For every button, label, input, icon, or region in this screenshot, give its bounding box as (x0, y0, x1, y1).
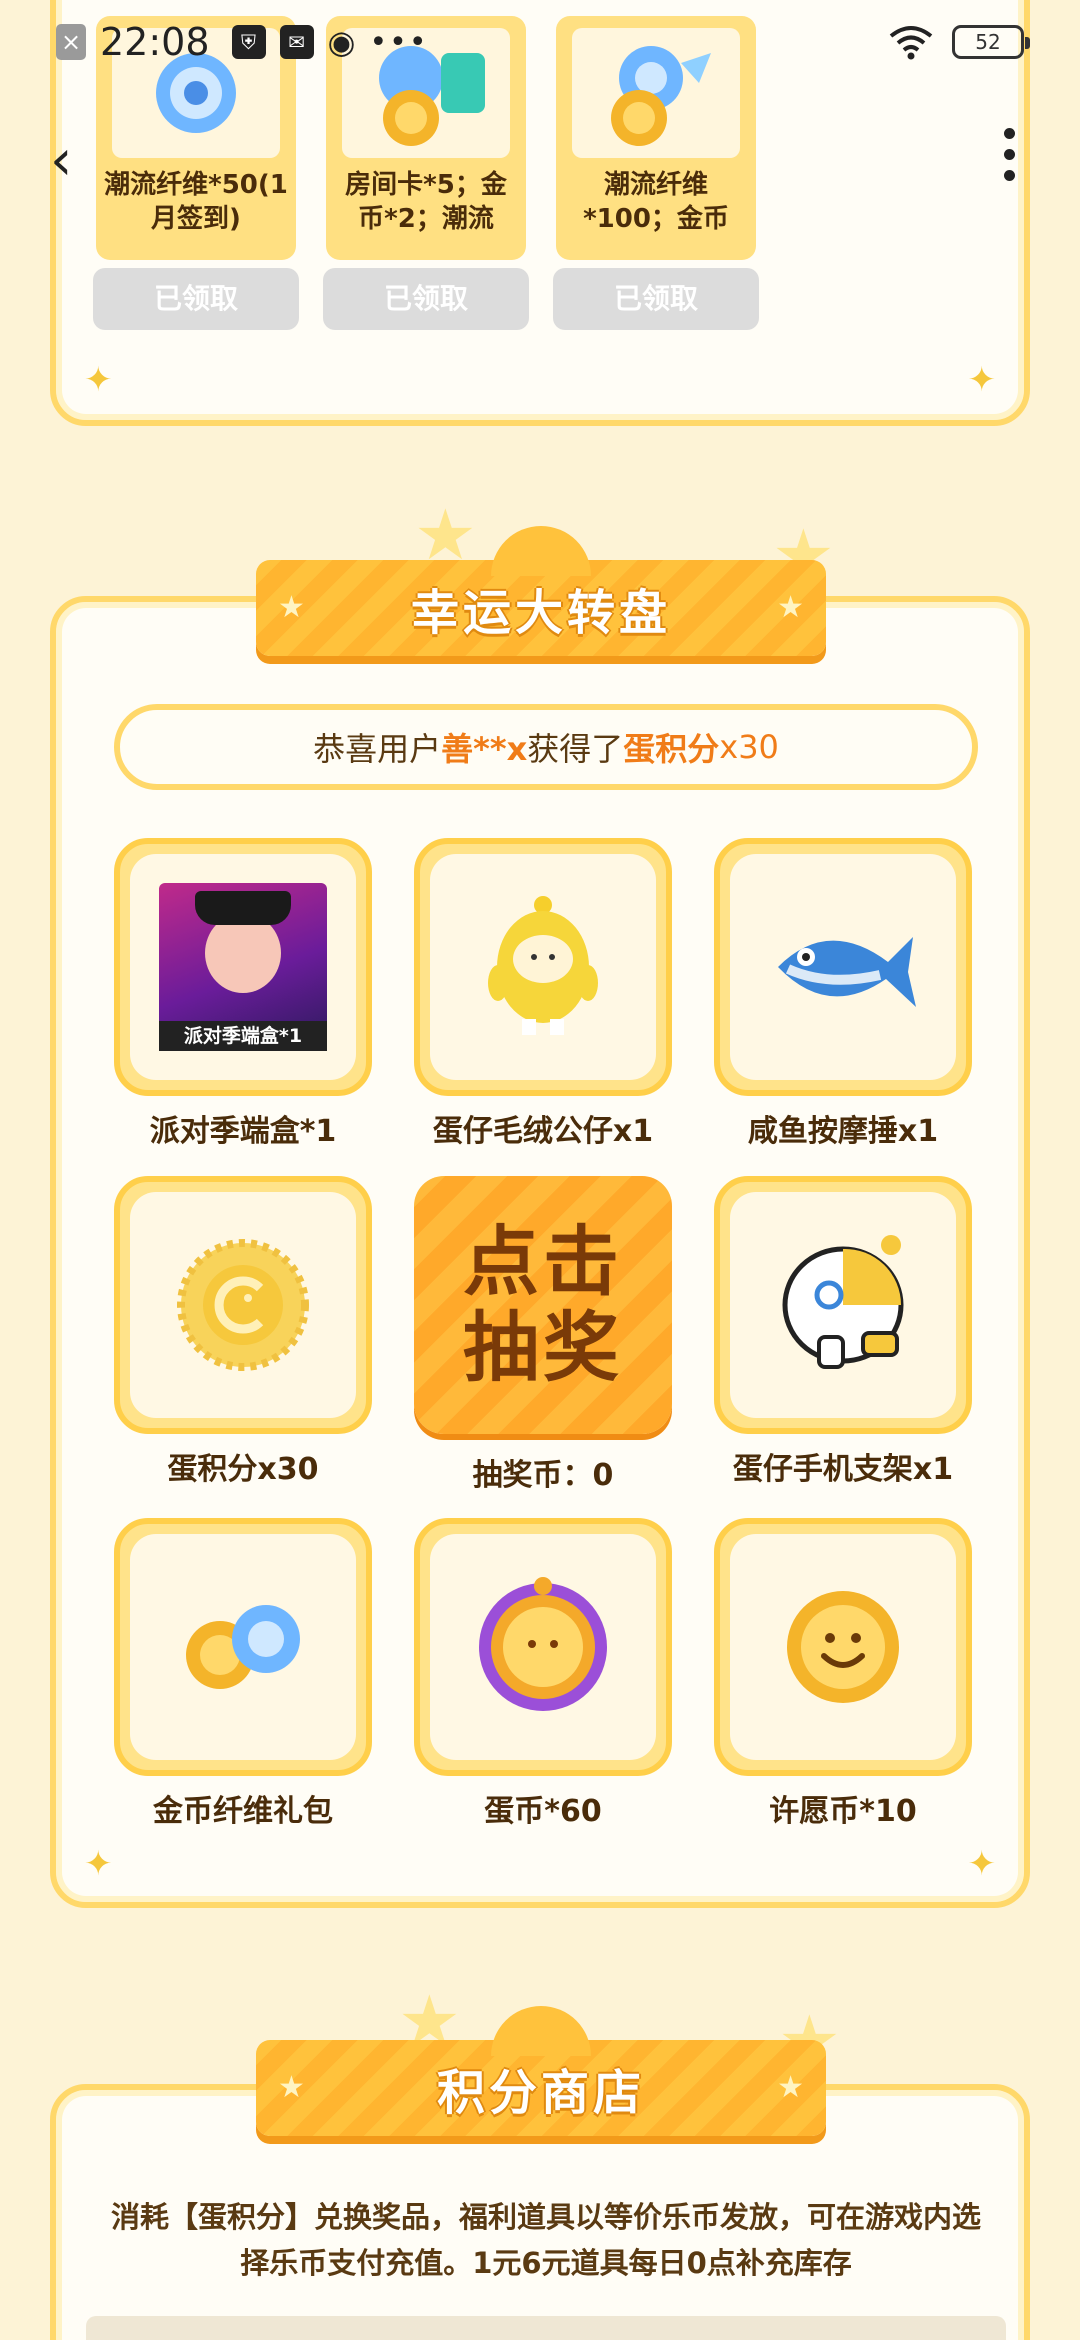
shop-item-row[interactable] (86, 2316, 1006, 2340)
prize-tag: 派对季端盒*1 (159, 1021, 327, 1051)
points-shop-banner: ★ 积分商店 ★ (256, 2006, 826, 2136)
prize-label: 蛋仔手机支架x1 (732, 1452, 954, 1487)
marquee-suffix: x30 (719, 728, 779, 766)
star-icon: ★ (777, 590, 804, 625)
more-menu-icon[interactable] (1004, 128, 1016, 181)
shield-icon: ⛨ (231, 25, 266, 59)
prize-label: 蛋币*60 (484, 1794, 602, 1829)
prize-cell: 蛋币*60 (414, 1518, 672, 1830)
egg-coin-icon (479, 1577, 607, 1711)
claimed-button[interactable]: 已领取 (93, 268, 299, 330)
coin-fiber-pack-icon (186, 1605, 300, 1689)
lucky-wheel-card: 恭喜用户 善**x 获得了 蛋积分 x30 派对季端盒*1 派对季端盒*1 蛋仔… (50, 596, 1030, 1908)
sparkle-icon: ✦ (967, 1844, 997, 1884)
prize-cell: 咸鱼按摩捶x1 (714, 838, 972, 1150)
prize-cell: 蛋积分x30 (114, 1176, 372, 1488)
fish-massager-icon (778, 937, 916, 1007)
reward-name: 潮流纤维*100；金币*2... (583, 170, 729, 234)
wish-coin-icon (787, 1591, 899, 1703)
claimed-button[interactable]: 已领取 (323, 268, 529, 330)
draw-button[interactable]: 点击 抽奖 (414, 1176, 672, 1434)
prize-label: 蛋仔毛绒公仔x1 (432, 1114, 654, 1149)
prize-label: 许愿币*10 (769, 1794, 917, 1829)
section-title: 幸运大转盘 (410, 585, 671, 641)
prize-label: 派对季端盒*1 (149, 1114, 337, 1149)
marquee-middle: 获得了 (527, 730, 624, 768)
sparkle-icon: ✦ (967, 360, 997, 400)
close-notification-icon: × (56, 24, 86, 60)
draw-text-line1: 点击 (463, 1217, 623, 1306)
marquee-prize: 蛋积分 (623, 730, 720, 768)
party-blindbox-image: 派对季端盒*1 (159, 883, 327, 1051)
marquee-user: 善**x (441, 730, 528, 768)
phone-holder-icon (782, 1235, 904, 1369)
weibo-icon: ◉ (327, 23, 356, 61)
eggy-plush-icon (488, 896, 598, 1035)
message-icon: ✉ (279, 25, 314, 59)
prize-cell: 蛋仔手机支架x1 (714, 1176, 972, 1488)
marquee-prefix: 恭喜用户 (313, 730, 442, 768)
prize-cell: 蛋仔毛绒公仔x1 (414, 838, 672, 1150)
lucky-wheel-banner: ★ 幸运大转盘 ★ (256, 526, 826, 656)
section-title: 积分商店 (436, 2065, 645, 2121)
reward-name: 潮流纤维*50(1月签到) (104, 170, 288, 234)
star-icon: ★ (777, 2070, 804, 2105)
reward-name: 房间卡*5；金币*2；潮流纤... (345, 170, 507, 234)
prize-cell: 金币纤维礼包 (114, 1518, 372, 1830)
more-notifications-icon: ••• (369, 24, 429, 60)
prize-cell: 派对季端盒*1 派对季端盒*1 (114, 838, 372, 1150)
winner-marquee: 恭喜用户 善**x 获得了 蛋积分 x30 (114, 704, 978, 790)
prize-cell: 点击 抽奖 抽奖币：0 (414, 1176, 672, 1494)
back-icon[interactable]: ‹ (50, 128, 72, 193)
star-icon: ★ (278, 590, 305, 625)
claimed-button[interactable]: 已领取 (553, 268, 759, 330)
sparkle-icon: ✦ (84, 360, 113, 400)
egg-points-coin-icon (177, 1239, 309, 1371)
draw-text-line2: 抽奖 (463, 1303, 623, 1392)
shop-description: 消耗【蛋积分】兑换奖品，福利道具以等价乐币发放，可在游戏内选择乐币支付充值。1元… (110, 2200, 981, 2280)
prize-label: 金币纤维礼包 (153, 1794, 333, 1829)
battery-indicator: 52 (952, 25, 1030, 59)
sparkle-icon: ✦ (84, 1844, 113, 1884)
status-time: 22:08 (100, 20, 210, 64)
status-bar: × 22:08 ⛨ ✉ ◉ ••• 52 (0, 0, 1080, 84)
prize-cell: 许愿币*10 (714, 1518, 972, 1830)
prize-label: 咸鱼按摩捶x1 (747, 1114, 939, 1149)
draw-coin-count: 抽奖币：0 (472, 1458, 614, 1493)
wifi-icon (889, 26, 933, 60)
star-icon: ★ (278, 2070, 305, 2105)
prize-label: 蛋积分x30 (167, 1452, 319, 1487)
